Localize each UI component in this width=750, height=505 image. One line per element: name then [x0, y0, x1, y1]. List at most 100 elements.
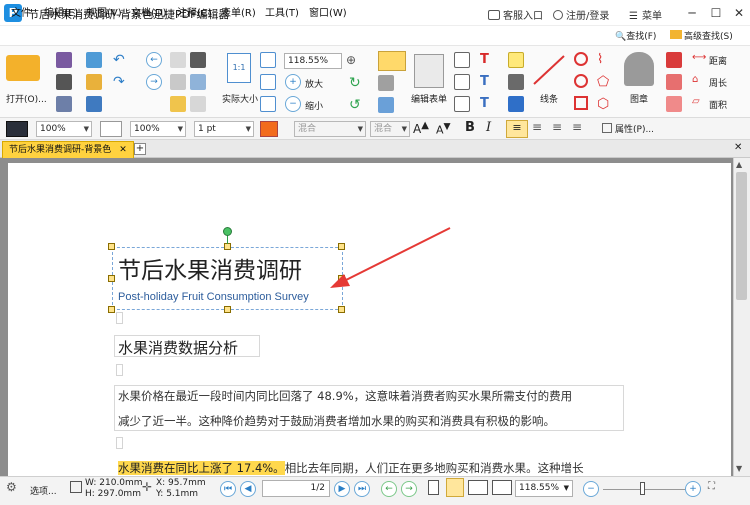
italic-icon[interactable]: I	[486, 120, 491, 135]
zoom-in-button[interactable]: +	[685, 481, 701, 497]
callout-icon[interactable]	[454, 96, 470, 112]
line-tool-icon[interactable]	[532, 54, 566, 86]
actual-size-icon[interactable]: 1:1	[227, 53, 251, 83]
sound-icon[interactable]	[508, 96, 524, 112]
paragraph-line[interactable]: 水果消费在同比上涨了 17.4%。相比去年同期，人们正在更多地购买和消费水果。这…	[118, 460, 584, 476]
zoom-in-label[interactable]: 放大	[305, 77, 323, 90]
font-combo[interactable]: 混合 ▼	[370, 121, 410, 137]
text-box-icon[interactable]	[454, 74, 470, 90]
menu-comment[interactable]: 注释(C)	[177, 4, 212, 19]
login-link[interactable]: 注册/登录	[553, 7, 609, 22]
note-icon[interactable]	[508, 52, 524, 68]
doc-title[interactable]: 节后水果消费调研	[118, 251, 302, 285]
stamp-icon[interactable]	[624, 52, 654, 86]
stamp-label[interactable]: 图章	[630, 92, 648, 105]
close-tab-icon[interactable]: ✕	[734, 142, 742, 153]
justify-icon[interactable]: ≡	[572, 120, 582, 134]
strikeout-icon[interactable]: T	[480, 52, 489, 67]
close-button[interactable]: ✕	[731, 5, 747, 21]
zoom-in-icon[interactable]: +	[285, 74, 301, 90]
paragraph-text[interactable]: 相比去年同期，人们正在更多地购买和消费水果。这种增长	[285, 461, 584, 475]
annotation-arrow[interactable]	[320, 224, 456, 292]
stroke-color-swatch[interactable]	[100, 121, 122, 137]
line-width-combo[interactable]: 1 pt ▼	[194, 121, 254, 137]
find-button[interactable]: 🔍查找(F)	[615, 29, 656, 42]
new-tab-button[interactable]: +	[134, 143, 146, 155]
tab-close-icon[interactable]: ✕	[119, 145, 127, 155]
open-folder-icon[interactable]	[6, 55, 40, 81]
menu-edit[interactable]: 编辑(E)	[44, 4, 78, 19]
scroll-down-icon[interactable]: ▼	[736, 464, 742, 473]
highlight-area-icon[interactable]	[666, 96, 682, 112]
next-page-icon[interactable]: ▶	[334, 481, 350, 497]
align-right-icon[interactable]: ≡	[552, 120, 562, 134]
add-image-icon[interactable]	[378, 97, 394, 113]
menu-window[interactable]: 窗口(W)	[309, 4, 347, 19]
new-doc-icon[interactable]	[86, 74, 102, 90]
properties-button[interactable]: 属性(P)...	[602, 122, 654, 135]
back-icon[interactable]: ←	[146, 52, 162, 68]
select-image-icon[interactable]	[190, 74, 206, 90]
zoom-out-label[interactable]: 缩小	[305, 99, 323, 112]
resize-handle-left[interactable]	[108, 275, 115, 282]
scroll-up-icon[interactable]: ▲	[736, 160, 742, 169]
fill-color-swatch[interactable]	[6, 121, 28, 137]
save-icon[interactable]	[56, 52, 72, 68]
perimeter-icon[interactable]: ⌂	[692, 74, 698, 85]
fullscreen-icon[interactable]: ⛶	[708, 481, 715, 492]
doc-subtitle[interactable]: Post-holiday Fruit Consumption Survey	[118, 291, 309, 303]
last-page-icon[interactable]: ⏭	[354, 481, 370, 497]
first-page-icon[interactable]: ⏮	[220, 481, 236, 497]
zoom-out-icon[interactable]: −	[285, 96, 301, 112]
eraser-icon[interactable]	[666, 74, 682, 90]
cloud-icon[interactable]	[86, 52, 102, 68]
menu-file[interactable]: 文件	[11, 4, 31, 19]
circle-icon[interactable]	[574, 74, 588, 88]
blend-mode-combo[interactable]: 混合 ▼	[294, 121, 366, 137]
distance-label[interactable]: 距离	[709, 54, 727, 67]
hand-tool-icon[interactable]	[86, 96, 102, 112]
underline-icon[interactable]: T	[480, 74, 489, 89]
scroll-thumb[interactable]	[736, 172, 747, 300]
paragraph-line[interactable]: 水果价格在最近一段时间内同比回落了 48.9%，这意味着消费者购买水果所需支付的…	[118, 388, 572, 404]
perimeter-label[interactable]: 周长	[709, 76, 727, 89]
single-page-icon[interactable]	[428, 480, 439, 495]
align-center-icon[interactable]: ≡	[532, 120, 542, 134]
menu-document[interactable]: 文档(D)	[131, 4, 167, 19]
area-label[interactable]: 面积	[709, 98, 727, 111]
line-label[interactable]: 线条	[540, 92, 558, 105]
align-left-icon[interactable]: ≡	[506, 120, 528, 138]
zoom-out-button[interactable]: −	[583, 481, 599, 497]
polygon-icon[interactable]: ⬠	[597, 74, 609, 90]
text-field-icon[interactable]	[454, 52, 470, 68]
continuous-page-icon[interactable]	[446, 478, 464, 497]
resize-handle-bottom-left[interactable]	[108, 306, 115, 313]
magnifier-icon[interactable]: ⊕	[346, 53, 356, 67]
distance-icon[interactable]: ⟷	[692, 52, 706, 63]
undo-icon[interactable]: ↶	[113, 52, 125, 68]
paragraph-line[interactable]: 减少了近一半。这种降价趋势对于鼓励消费者增加水果的购买和消费具有积极的影响。	[118, 413, 555, 429]
text-color-swatch[interactable]	[260, 121, 278, 137]
resize-handle-bottom-right[interactable]	[338, 306, 345, 313]
pencil-icon[interactable]	[666, 52, 682, 68]
redo-icon[interactable]: ↷	[113, 74, 125, 90]
tab-document[interactable]: 节后水果消费调研-背景色 ✕	[2, 141, 134, 158]
rotate-cw-icon[interactable]: ↻	[349, 75, 361, 91]
cloud-shape-icon[interactable]: ⬡	[597, 96, 609, 112]
highlighted-text[interactable]: 水果消费在同比上涨了 17.4%。	[118, 461, 285, 475]
fit-visible-icon[interactable]	[260, 96, 276, 112]
ellipse-icon[interactable]	[574, 52, 588, 66]
advanced-find-button[interactable]: 高级查找(S)	[670, 29, 733, 42]
facing-page-icon[interactable]	[468, 480, 488, 495]
menu-button[interactable]: ☰ 菜单	[629, 7, 662, 22]
edit-form-icon[interactable]	[414, 54, 444, 88]
add-text-icon[interactable]	[378, 75, 394, 91]
bold-icon[interactable]: B	[465, 120, 475, 135]
crop-icon[interactable]	[190, 96, 206, 112]
insert-text-icon[interactable]: T	[480, 96, 489, 111]
edit-form-label[interactable]: 编辑表单	[411, 92, 447, 105]
menu-tools[interactable]: 工具(T)	[265, 4, 299, 19]
forward-icon[interactable]: →	[146, 74, 162, 90]
nav-forward-icon[interactable]: →	[401, 481, 417, 497]
support-link[interactable]: 客服入口	[488, 7, 543, 22]
